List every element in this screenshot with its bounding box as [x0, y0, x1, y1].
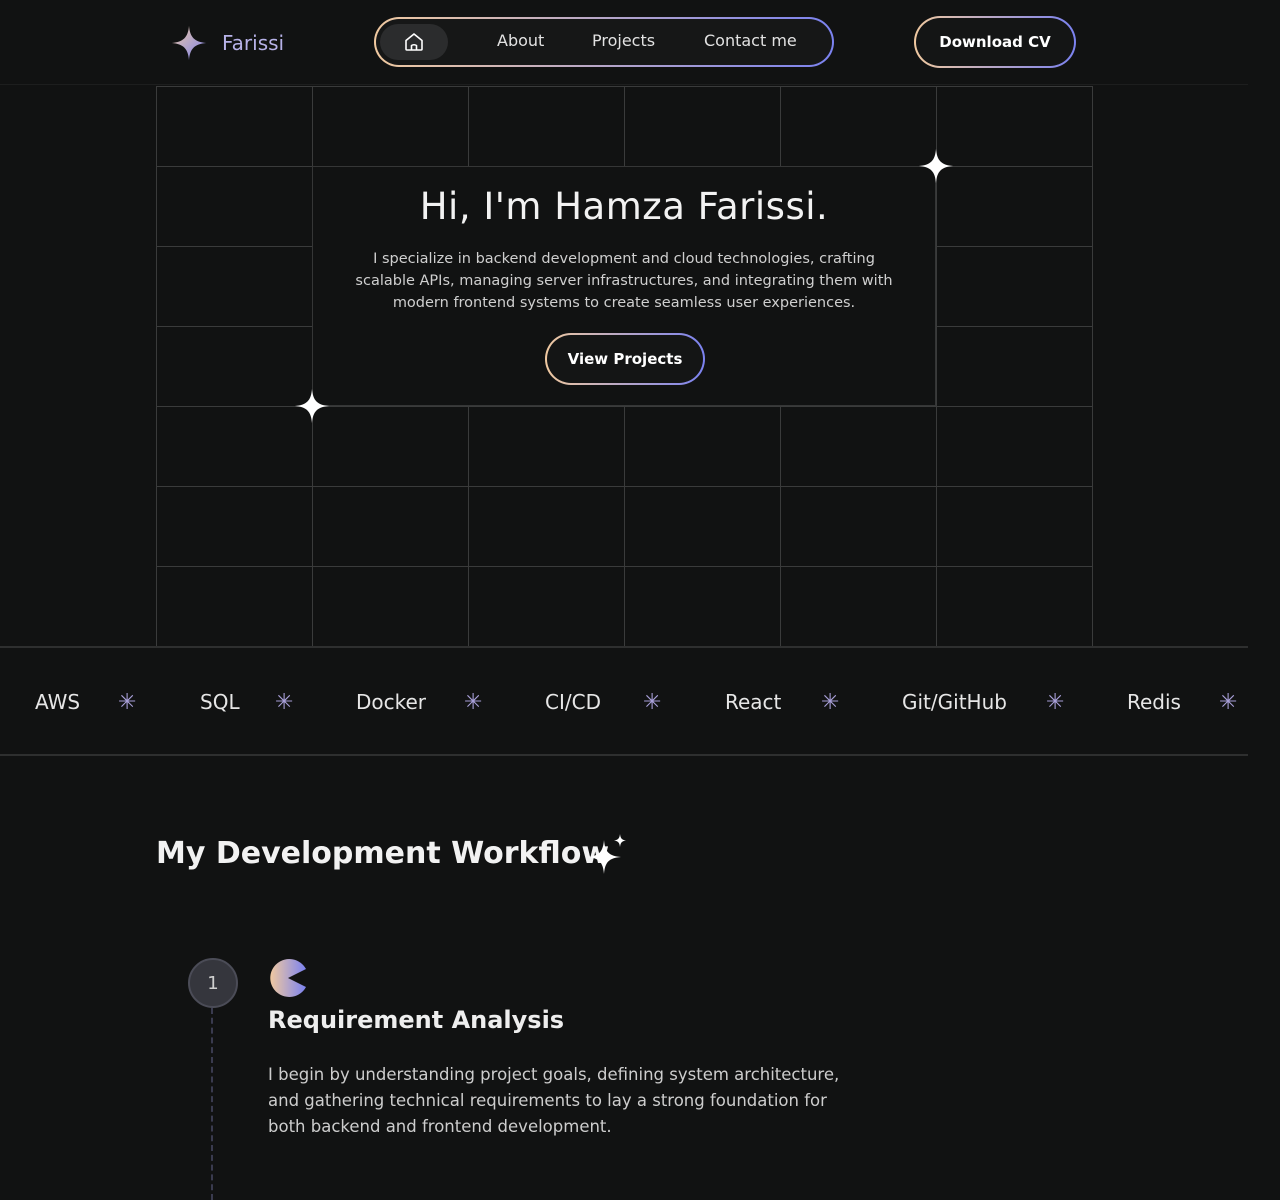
logo[interactable]: Farissi — [170, 24, 284, 62]
pacman-icon — [270, 959, 306, 997]
home-icon — [405, 33, 423, 51]
hero-card: Hi, I'm Hamza Farissi. I specialize in b… — [312, 166, 936, 406]
asterisk-icon: ✳ — [643, 690, 662, 715]
asterisk-icon: ✳ — [1219, 690, 1238, 715]
step-description: I begin by understanding project goals, … — [268, 1065, 840, 1136]
main-nav: About Projects Contact me — [374, 17, 834, 67]
tech-item: SQL — [200, 690, 240, 714]
brand-name: Farissi — [222, 31, 285, 55]
step-number-badge: 1 — [188, 958, 238, 1008]
nav-link-projects[interactable]: Projects — [592, 31, 655, 50]
sparkle-icon — [918, 148, 954, 184]
tech-item: Docker — [356, 690, 427, 714]
tech-item: CI/CD — [545, 690, 601, 714]
site-header: Farissi About Projects Contact me Downlo… — [0, 0, 1248, 85]
tech-item: React — [725, 690, 782, 714]
hero-title: Hi, I'm Hamza Farissi. — [419, 185, 829, 228]
tech-item: Git/GitHub — [902, 690, 1007, 714]
view-projects-label: View Projects — [547, 335, 703, 383]
hero-subtitle: I specialize in backend development and … — [355, 251, 893, 311]
asterisk-icon: ✳ — [1046, 690, 1065, 715]
workflow-title: My Development Workflow — [156, 836, 610, 871]
tech-item: Redis — [1127, 690, 1181, 714]
nav-link-about[interactable]: About — [497, 31, 544, 50]
timeline-connector — [211, 1008, 213, 1200]
home-button[interactable] — [380, 24, 448, 60]
asterisk-icon: ✳ — [821, 690, 840, 715]
download-cv-button[interactable]: Download CV — [914, 16, 1076, 68]
step-title: Requirement Analysis — [268, 1006, 565, 1034]
asterisk-icon: ✳ — [275, 690, 294, 715]
sparkle-icon — [294, 388, 330, 424]
asterisk-icon: ✳ — [118, 690, 137, 715]
tech-marquee: AWS ✳ SQL ✳ Docker ✳ CI/CD ✳ React ✳ Git… — [0, 646, 1248, 756]
nav-link-contact[interactable]: Contact me — [704, 31, 797, 50]
view-projects-button[interactable]: View Projects — [545, 333, 705, 385]
tech-item: AWS — [35, 690, 81, 714]
asterisk-icon: ✳ — [464, 690, 483, 715]
download-cv-label: Download CV — [916, 18, 1074, 66]
sparkle-logo-icon — [171, 25, 207, 61]
sparkles-icon — [587, 834, 626, 874]
